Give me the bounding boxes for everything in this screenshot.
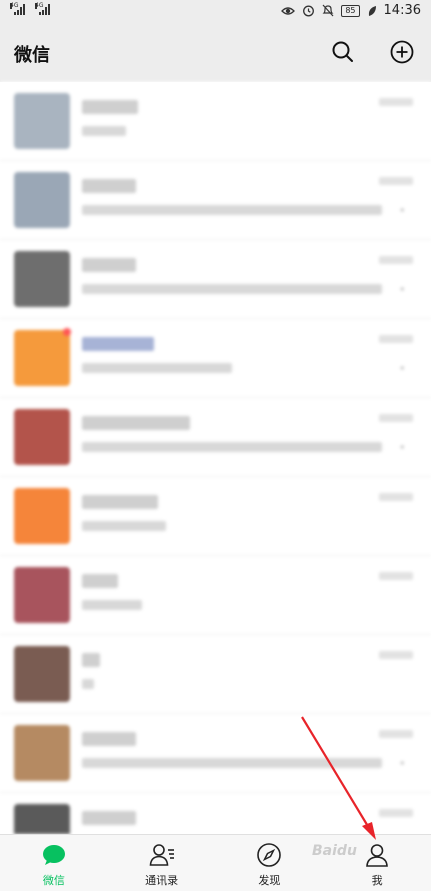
tab-label: 发现 (258, 874, 281, 887)
chat-time-blurred (379, 414, 413, 422)
tab-discover[interactable]: 发现 (216, 835, 324, 891)
chat-preview-blurred (82, 363, 232, 373)
chat-list[interactable]: • • • • • (0, 82, 431, 834)
person-icon (366, 844, 388, 867)
chat-preview-blurred (82, 284, 382, 294)
chat-list-item[interactable] (0, 82, 431, 161)
signal-sim2-icon: 4G (35, 3, 50, 15)
chat-avatar (14, 804, 70, 834)
chat-time-blurred (379, 177, 413, 185)
chat-avatar (14, 93, 70, 149)
chat-time-blurred (379, 809, 413, 817)
chat-avatar (14, 409, 70, 465)
chat-avatar (14, 172, 70, 228)
status-icons: 85 14:36 (281, 3, 421, 18)
app-header: 微信 (0, 22, 431, 82)
chat-name-blurred (82, 653, 100, 667)
chat-time-blurred (379, 572, 413, 580)
baidu-watermark: Baidu (312, 843, 357, 859)
chat-avatar (14, 725, 70, 781)
chat-avatar (14, 646, 70, 702)
chat-list-item[interactable] (0, 556, 431, 635)
eye-icon (281, 6, 296, 15)
chat-name-blurred (82, 811, 136, 825)
chat-list-item[interactable]: • (0, 714, 431, 793)
unread-badge (63, 328, 71, 336)
chat-time-blurred (379, 493, 413, 501)
chat-list-item[interactable]: • (0, 398, 431, 477)
chat-time-blurred (379, 98, 413, 106)
status-bar: 4G 4G 85 14:36 (0, 0, 431, 22)
chat-preview-blurred (82, 205, 382, 215)
search-icon[interactable] (330, 39, 356, 65)
chat-list-item[interactable]: • (0, 319, 431, 398)
chat-name-blurred (82, 100, 138, 114)
chat-time-blurred (379, 256, 413, 264)
chat-list-item[interactable] (0, 635, 431, 714)
status-time: 14:36 (383, 3, 421, 18)
signal-sim1-icon: 4G (10, 3, 25, 15)
signal-group: 4G 4G (10, 3, 50, 15)
page-title: 微信 (14, 45, 50, 66)
chat-preview-blurred (82, 758, 382, 768)
chat-name-blurred (82, 495, 158, 509)
tab-label: 通讯录 (145, 874, 179, 887)
tab-label: 微信 (42, 874, 65, 887)
chat-bubble-icon (42, 845, 65, 865)
chat-avatar (14, 567, 70, 623)
chat-list-item[interactable]: • (0, 240, 431, 319)
bottom-nav: 微信 通讯录 发现 我 (0, 834, 431, 891)
chat-preview-blurred (82, 600, 142, 610)
chat-list-item[interactable] (0, 477, 431, 556)
chat-name-blurred (82, 574, 118, 588)
contacts-icon (149, 844, 174, 866)
chat-time-blurred (379, 730, 413, 738)
chat-name-blurred (82, 179, 136, 193)
muted-bell-icon: • (399, 204, 406, 217)
network-type-sim2: 4G (35, 2, 44, 9)
chat-preview-blurred (82, 521, 166, 531)
mute-notification-icon (322, 4, 334, 17)
chat-time-blurred (379, 651, 413, 659)
chat-name-blurred (82, 416, 190, 430)
chat-time-blurred (379, 335, 413, 343)
network-type-sim1: 4G (10, 2, 19, 9)
muted-bell-icon: • (399, 757, 406, 770)
tab-contacts[interactable]: 通讯录 (108, 835, 216, 891)
chat-list-item[interactable] (0, 793, 431, 834)
leaf-icon (368, 5, 376, 16)
chat-preview-blurred (82, 679, 94, 689)
tab-chats[interactable]: 微信 (0, 835, 108, 891)
chat-name-blurred (82, 258, 136, 272)
chat-avatar (14, 330, 70, 386)
chat-preview-blurred (82, 442, 382, 452)
chat-avatar (14, 488, 70, 544)
chat-name-blurred (82, 337, 154, 351)
muted-bell-icon: • (399, 283, 406, 296)
tab-label: 我 (371, 874, 383, 887)
chat-list-item[interactable]: • (0, 161, 431, 240)
battery-icon: 85 (341, 4, 360, 17)
chat-name-blurred (82, 732, 136, 746)
muted-bell-icon: • (399, 362, 406, 375)
alarm-icon (303, 5, 315, 17)
plus-circle-icon[interactable] (389, 39, 415, 65)
chat-avatar (14, 251, 70, 307)
compass-icon (257, 843, 282, 867)
muted-bell-icon: • (399, 441, 406, 454)
chat-preview-blurred (82, 126, 126, 136)
